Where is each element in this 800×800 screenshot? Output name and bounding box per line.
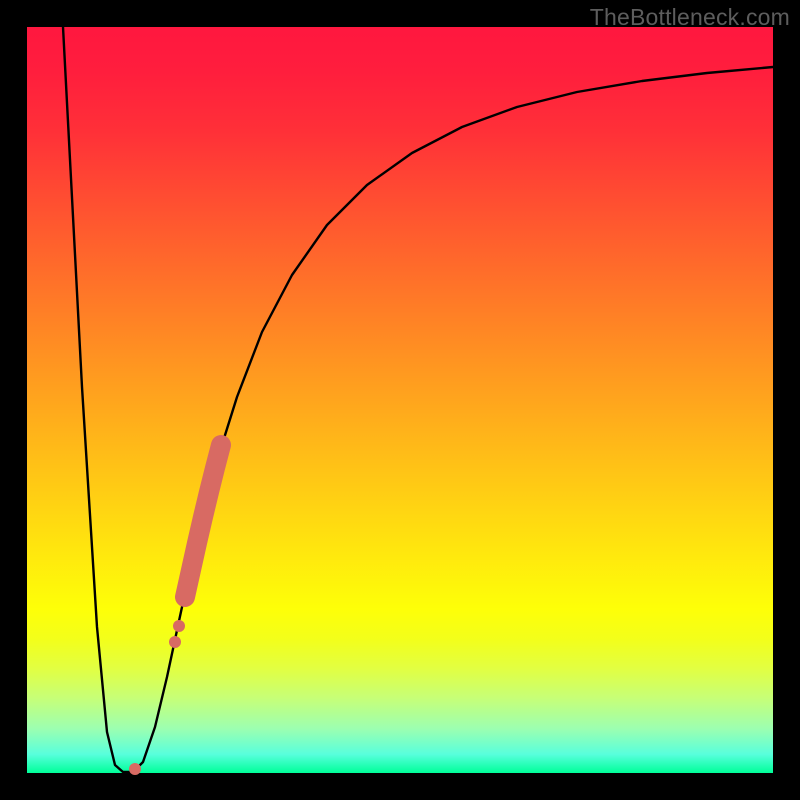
curve-line bbox=[63, 27, 773, 772]
marker-dot bbox=[173, 620, 185, 632]
chart-svg bbox=[27, 27, 773, 773]
marker-dot bbox=[169, 636, 181, 648]
bottleneck-curve bbox=[63, 27, 773, 772]
watermark-text: TheBottleneck.com bbox=[590, 4, 790, 31]
outer-frame: TheBottleneck.com bbox=[0, 0, 800, 800]
plot-area bbox=[27, 27, 773, 773]
marker-segment bbox=[185, 445, 221, 597]
marker-group bbox=[129, 445, 221, 775]
marker-dot-bottom bbox=[129, 763, 141, 775]
